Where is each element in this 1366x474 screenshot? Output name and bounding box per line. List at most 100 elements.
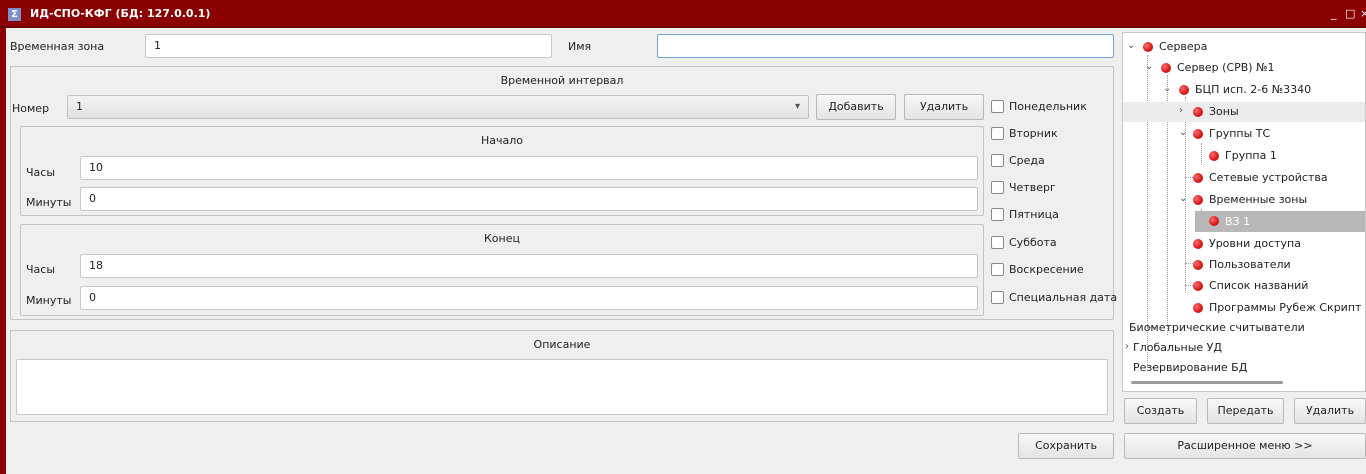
chevron-down-icon[interactable]: ⌄ xyxy=(1179,127,1187,138)
tree-node-access-levels[interactable]: Уровни доступа xyxy=(1123,234,1365,254)
tree-node-label: Уровни доступа xyxy=(1209,237,1301,250)
tree-node-vz-1[interactable]: ВЗ 1 xyxy=(1195,211,1365,232)
number-select-value: 1 xyxy=(76,100,83,113)
checkbox-special-date[interactable] xyxy=(991,291,1004,304)
tree-node-label: Сервера xyxy=(1159,40,1208,53)
extended-menu-button[interactable]: Расширенное меню >> xyxy=(1124,433,1366,459)
tree-node-label: БЦП исп. 2-6 №3340 xyxy=(1195,83,1312,96)
day-label: Вторник xyxy=(1009,127,1058,140)
chevron-down-icon[interactable]: ⌄ xyxy=(1163,83,1171,94)
tree-node-biometric-readers[interactable]: Биометрические считыватели xyxy=(1123,318,1365,338)
tree-node-label: Список названий xyxy=(1209,279,1309,292)
tree-node-users[interactable]: Пользователи xyxy=(1123,255,1365,275)
start-hours-label: Часы xyxy=(26,166,56,179)
red-dot-icon xyxy=(1193,129,1203,139)
red-dot-icon xyxy=(1209,151,1219,161)
delete-interval-button[interactable]: Удалить xyxy=(904,94,984,120)
red-dot-icon xyxy=(1193,239,1203,249)
start-minutes-input[interactable]: 0 xyxy=(80,187,978,211)
name-label: Имя xyxy=(568,40,592,53)
red-dot-icon xyxy=(1179,85,1189,95)
tree-node-label: Резервирование БД xyxy=(1133,361,1248,374)
name-input[interactable] xyxy=(657,34,1114,58)
tree-node-label: Группы ТС xyxy=(1209,127,1271,140)
day-label: Воскресение xyxy=(1009,263,1084,276)
chevron-right-icon[interactable]: › xyxy=(1125,341,1129,352)
red-dot-icon xyxy=(1193,303,1203,313)
transfer-button[interactable]: Передать xyxy=(1207,398,1284,424)
tree-node-server-1[interactable]: ⌄ Сервер (СРВ) №1 xyxy=(1123,58,1365,78)
day-label: Специальная дата xyxy=(1009,291,1118,304)
tree-node-label: ВЗ 1 xyxy=(1225,215,1251,228)
chevron-down-icon: ▾ xyxy=(794,101,800,112)
day-label: Понедельник xyxy=(1009,100,1087,113)
interval-title: Временной интервал xyxy=(500,74,624,87)
tree-node-rubezh-scripts[interactable]: Программы Рубеж Скрипт xyxy=(1123,298,1365,318)
tree-node-servers[interactable]: ⌄ Сервера xyxy=(1123,37,1365,57)
tree-node-label: Временные зоны xyxy=(1209,193,1308,206)
checkbox-monday[interactable] xyxy=(991,100,1004,113)
red-dot-icon xyxy=(1193,260,1203,270)
sigma-icon: Σ xyxy=(8,8,21,21)
checkbox-saturday[interactable] xyxy=(991,236,1004,249)
checkbox-friday[interactable] xyxy=(991,208,1004,221)
start-minutes-label: Минуты xyxy=(26,196,72,209)
tree-node-group-1[interactable]: Группа 1 xyxy=(1123,146,1365,166)
timezone-label: Временная зона xyxy=(10,40,105,53)
tree-node-groups-ts[interactable]: ⌄ Группы ТС xyxy=(1123,124,1365,144)
chevron-down-icon[interactable]: ⌄ xyxy=(1145,61,1153,72)
tree-node-label: Глобальные УД xyxy=(1133,341,1222,354)
end-title: Конец xyxy=(484,232,520,245)
timezone-input[interactable]: 1 xyxy=(145,34,552,58)
number-label: Номер xyxy=(12,102,50,115)
tree-node-label: Сетевые устройства xyxy=(1209,171,1328,184)
tree-node-timezones[interactable]: ⌄ Временные зоны xyxy=(1123,190,1365,210)
checkbox-thursday[interactable] xyxy=(991,181,1004,194)
tree-node-label: Группа 1 xyxy=(1225,149,1277,162)
start-hours-input[interactable]: 10 xyxy=(80,156,978,180)
chevron-down-icon[interactable]: ⌄ xyxy=(1179,193,1187,204)
add-interval-button[interactable]: Добавить xyxy=(816,94,896,120)
save-button[interactable]: Сохранить xyxy=(1018,433,1114,459)
tree-node-db-backup[interactable]: Резервирование БД xyxy=(1123,358,1365,378)
maximize-button[interactable]: □ xyxy=(1345,7,1355,20)
tree-node-label: Сервер (СРВ) №1 xyxy=(1177,61,1275,74)
red-dot-icon xyxy=(1161,63,1171,73)
checkbox-wednesday[interactable] xyxy=(991,154,1004,167)
number-select[interactable]: 1 ▾ xyxy=(67,95,809,119)
checkbox-sunday[interactable] xyxy=(991,263,1004,276)
red-dot-icon xyxy=(1193,107,1203,117)
red-dot-icon xyxy=(1209,216,1219,226)
end-minutes-input[interactable]: 0 xyxy=(80,286,978,310)
day-label: Суббота xyxy=(1009,236,1057,249)
start-title: Начало xyxy=(480,134,523,147)
red-dot-icon xyxy=(1193,173,1203,183)
delete-button[interactable]: Удалить xyxy=(1294,398,1366,424)
window-title: ИД-СПО-КФГ (БД: 127.0.0.1) xyxy=(30,7,211,20)
day-label: Четверг xyxy=(1009,181,1056,194)
tree-node-label: Пользователи xyxy=(1209,258,1291,271)
chevron-right-icon[interactable]: › xyxy=(1179,105,1183,116)
end-hours-input[interactable]: 18 xyxy=(80,254,978,278)
close-button[interactable]: × xyxy=(1360,7,1366,20)
chevron-down-icon[interactable]: ⌄ xyxy=(1127,40,1135,51)
tree-node-label: Программы Рубеж Скрипт xyxy=(1209,301,1362,314)
red-dot-icon xyxy=(1143,42,1153,52)
day-label: Пятница xyxy=(1009,208,1059,221)
tree-node-bcp[interactable]: ⌄ БЦП исп. 2-6 №3340 xyxy=(1123,80,1365,100)
red-dot-icon xyxy=(1193,195,1203,205)
end-hours-label: Часы xyxy=(26,263,56,276)
tree-node-zones[interactable]: › Зоны xyxy=(1123,102,1365,122)
create-button[interactable]: Создать xyxy=(1124,398,1197,424)
red-dot-icon xyxy=(1193,281,1203,291)
tree-node-network-devices[interactable]: Сетевые устройства xyxy=(1123,168,1365,188)
minimize-button[interactable]: _ xyxy=(1331,7,1337,20)
tree-scrollbar[interactable] xyxy=(1131,381,1283,384)
tree-node-label: Биометрические считыватели xyxy=(1129,321,1305,334)
description-textarea[interactable] xyxy=(16,359,1108,415)
checkbox-tuesday[interactable] xyxy=(991,127,1004,140)
tree-node-names-list[interactable]: Список названий xyxy=(1123,276,1365,296)
tree-node-global-ud[interactable]: › Глобальные УД xyxy=(1123,338,1365,358)
tree-panel: ⌄ Сервера ⌄ Сервер (СРВ) №1 ⌄ БЦП исп. 2… xyxy=(1122,32,1366,392)
description-title: Описание xyxy=(533,338,591,351)
